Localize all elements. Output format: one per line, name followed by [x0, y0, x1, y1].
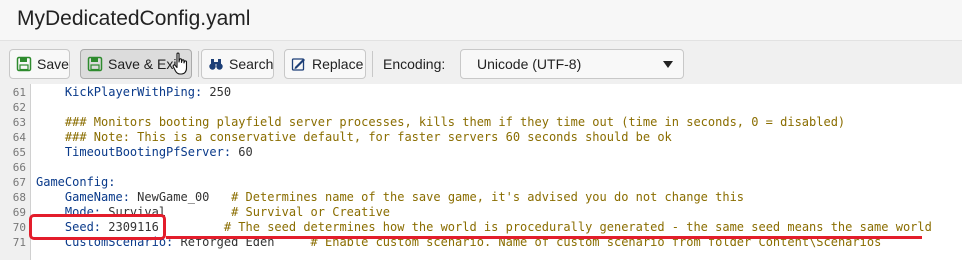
line-code: ### Note: This is a conservative default…: [36, 130, 672, 145]
code-key: GameName:: [36, 190, 138, 204]
code-line: 61 KickPlayerWithPing: 250: [0, 85, 962, 100]
code-comment: # Determines name of the save game, it's…: [231, 190, 745, 204]
line-code: KickPlayerWithPing: 250: [36, 85, 231, 100]
binoculars-icon: [208, 56, 224, 72]
search-label: Search: [229, 56, 274, 72]
encoding-select[interactable]: Unicode (UTF-8): [460, 49, 684, 79]
line-number: 65: [12, 146, 26, 159]
save-label: Save: [37, 56, 69, 72]
line-number: 68: [12, 191, 26, 204]
line-number: 71: [12, 236, 26, 249]
line-number: 67: [12, 176, 26, 189]
line-number: 62: [12, 101, 26, 114]
code-line: 63 ### Monitors booting playfield server…: [0, 115, 962, 130]
code-comment: ### Note: This is a conservative default…: [36, 130, 672, 144]
line-number: 70: [12, 221, 26, 234]
code-comment: # Survival or Creative: [231, 205, 391, 219]
line-code: GameConfig:: [36, 175, 115, 190]
hand-cursor-icon: [172, 52, 188, 75]
code-key: KickPlayerWithPing:: [36, 85, 210, 99]
code-line: 65 TimeoutBootingPfServer: 60: [0, 145, 962, 160]
code-line: 64 ### Note: This is a conservative defa…: [0, 130, 962, 145]
code-line: 67 GameConfig:: [0, 175, 962, 190]
line-number: 66: [12, 161, 26, 174]
save-icon: [16, 56, 32, 72]
window-title: MyDedicatedConfig.yaml: [17, 7, 251, 30]
toolbar-separator: [372, 51, 373, 77]
line-code: Seed: 2309116 # The seed determines how …: [36, 220, 932, 235]
save-button[interactable]: Save: [9, 49, 70, 79]
line-number: 61: [12, 86, 26, 99]
code-editor[interactable]: 61 KickPlayerWithPing: 250 62 63 ### Monit…: [0, 84, 962, 260]
save-icon: [87, 56, 103, 72]
code-line: 66: [0, 160, 962, 175]
replace-label: Replace: [312, 56, 364, 72]
line-number: 63: [12, 116, 26, 129]
encoding-value: Unicode (UTF-8): [477, 56, 582, 72]
code-line: 62: [0, 100, 962, 115]
toolbar: Save Save & Exit Search Replace Encoding…: [0, 40, 962, 86]
seed-highlight-box: [29, 214, 166, 240]
chevron-down-icon: [663, 61, 673, 68]
code-value: NewGame_00: [137, 190, 232, 204]
replace-button[interactable]: Replace: [284, 49, 366, 79]
seed-highlight-underline: [166, 236, 922, 239]
code-comment: # The seed determines how the world is p…: [223, 220, 932, 234]
title-bar: MyDedicatedConfig.yaml: [0, 0, 962, 40]
code-key: GameConfig:: [36, 175, 116, 189]
code-line: 68 GameName: NewGame_00 # Determines nam…: [0, 190, 962, 205]
encoding-label: Encoding:: [383, 56, 446, 72]
line-code: TimeoutBootingPfServer: 60: [36, 145, 253, 160]
search-button[interactable]: Search: [201, 49, 274, 79]
line-code: ### Monitors booting playfield server pr…: [36, 115, 845, 130]
code-value: 250: [209, 85, 232, 99]
save-exit-label: Save & Exit: [108, 56, 181, 72]
toolbar-separator: [198, 51, 199, 77]
code-key: TimeoutBootingPfServer:: [36, 145, 239, 159]
code-value: 60: [238, 145, 253, 159]
line-number: 64: [12, 131, 26, 144]
line-number: 69: [12, 206, 26, 219]
replace-icon: [291, 56, 307, 72]
line-code: GameName: NewGame_00 # Determines name o…: [36, 190, 744, 205]
code-comment: ### Monitors booting playfield server pr…: [36, 115, 846, 129]
